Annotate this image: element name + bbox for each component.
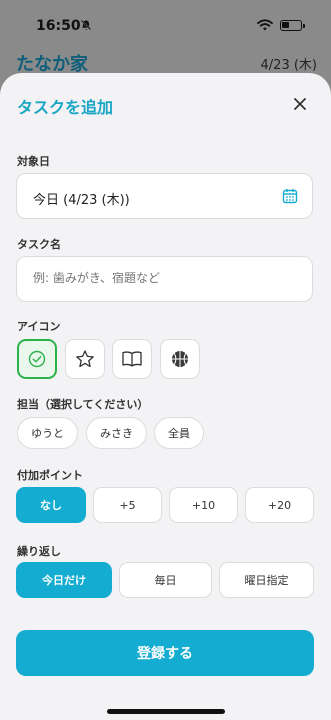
basketball-icon: [172, 351, 188, 367]
icon-option-check[interactable]: [17, 339, 57, 379]
assignee-yuuto[interactable]: ゆうと: [17, 417, 78, 449]
close-icon[interactable]: [291, 95, 309, 113]
repeat-today-only[interactable]: 今日だけ: [16, 562, 112, 598]
points-20[interactable]: +20: [245, 487, 314, 523]
icon-option-star[interactable]: [65, 339, 105, 379]
background-header: たなか家 4/23 (木): [0, 48, 331, 76]
task-name-field[interactable]: [16, 256, 313, 302]
repeat-weekday[interactable]: 曜日指定: [219, 562, 314, 598]
assignee-all[interactable]: 全員: [154, 417, 204, 449]
status-bar: 16:50: [0, 0, 331, 48]
points-10[interactable]: +10: [169, 487, 238, 523]
star-icon: [76, 350, 94, 368]
sheet-title: タスクを追加: [17, 98, 114, 117]
check-circle-icon: [28, 350, 46, 368]
calendar-icon[interactable]: [282, 188, 298, 204]
repeat-label: 繰り返し: [17, 545, 61, 558]
date-field[interactable]: 今日 (4/23 (木)): [16, 173, 313, 219]
points-label: 付加ポイント: [17, 469, 83, 482]
icon-label: アイコン: [17, 320, 61, 333]
assignee-misaki[interactable]: みさき: [86, 417, 147, 449]
repeat-daily[interactable]: 毎日: [119, 562, 212, 598]
wifi-icon: [257, 19, 273, 31]
points-5[interactable]: +5: [93, 487, 162, 523]
date-label: 対象日: [17, 155, 50, 168]
submit-button[interactable]: 登録する: [16, 630, 314, 676]
date-value: 今日 (4/23 (木)): [33, 193, 130, 208]
book-icon: [122, 351, 142, 367]
icon-option-book[interactable]: [112, 339, 152, 379]
header-date: 4/23 (木): [260, 58, 317, 73]
status-time: 16:50: [36, 18, 81, 34]
points-none[interactable]: なし: [16, 487, 86, 523]
assignee-label: 担当（選択してください）: [17, 398, 149, 411]
task-name-input[interactable]: [33, 271, 293, 285]
icon-option-basketball[interactable]: [160, 339, 200, 379]
battery-icon: [280, 20, 305, 31]
task-name-label: タスク名: [17, 238, 61, 251]
bell-off-icon: [80, 19, 92, 31]
add-task-sheet: タスクを追加 対象日 今日 (4/23 (木)) タスク名 アイコン: [0, 73, 331, 720]
home-indicator[interactable]: [107, 709, 225, 714]
